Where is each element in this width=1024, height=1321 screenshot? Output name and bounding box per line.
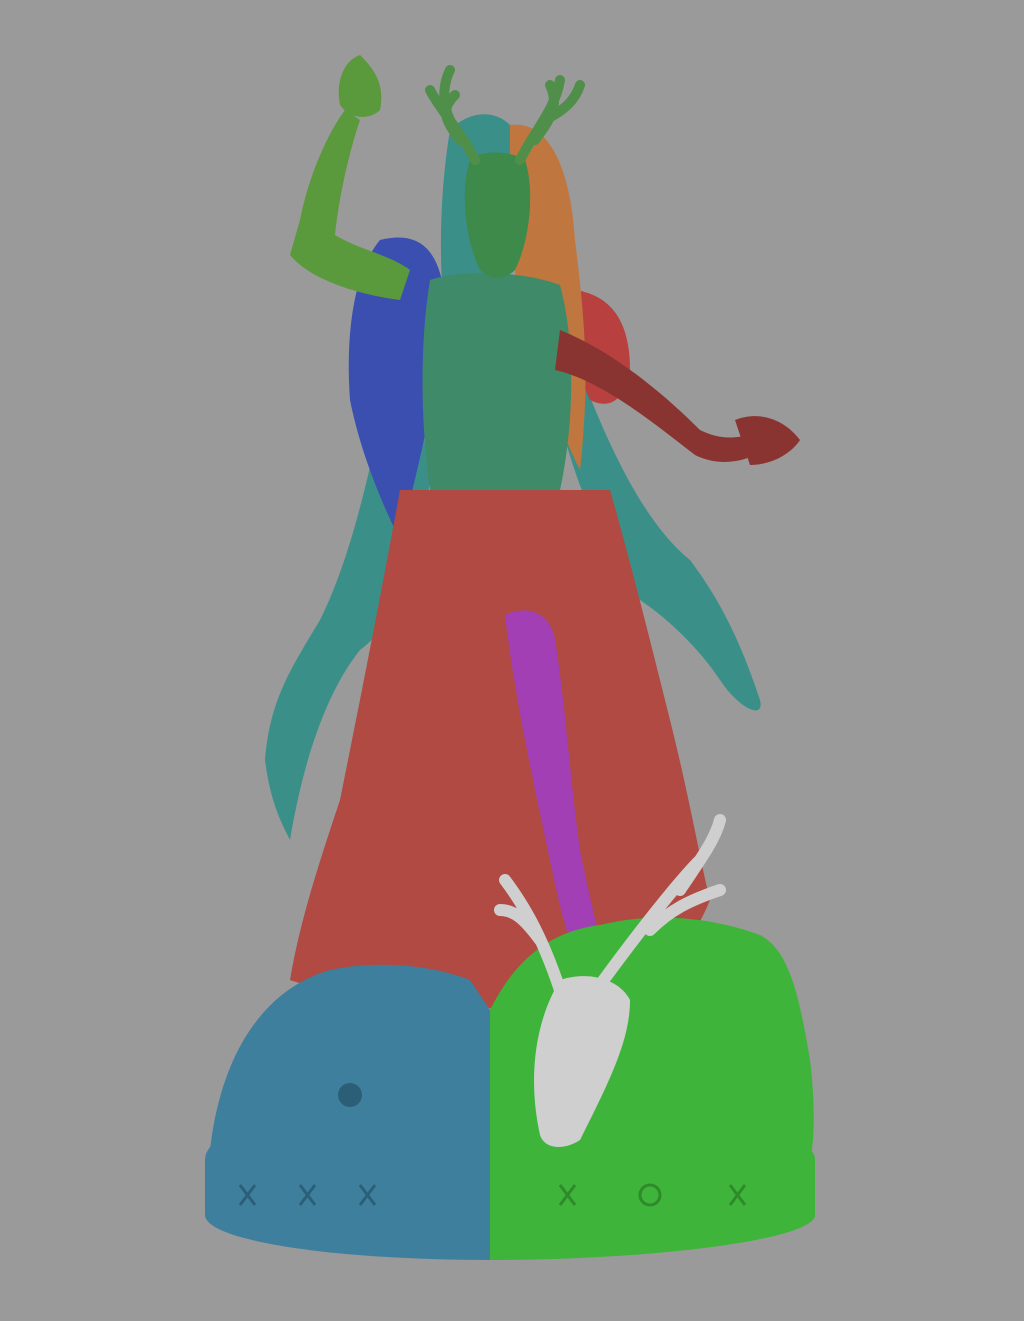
bird-skull-eye [338,1083,362,1107]
bird-skull-icon [295,1065,405,1135]
sculpture-render [0,0,1024,1321]
torso [422,273,572,490]
